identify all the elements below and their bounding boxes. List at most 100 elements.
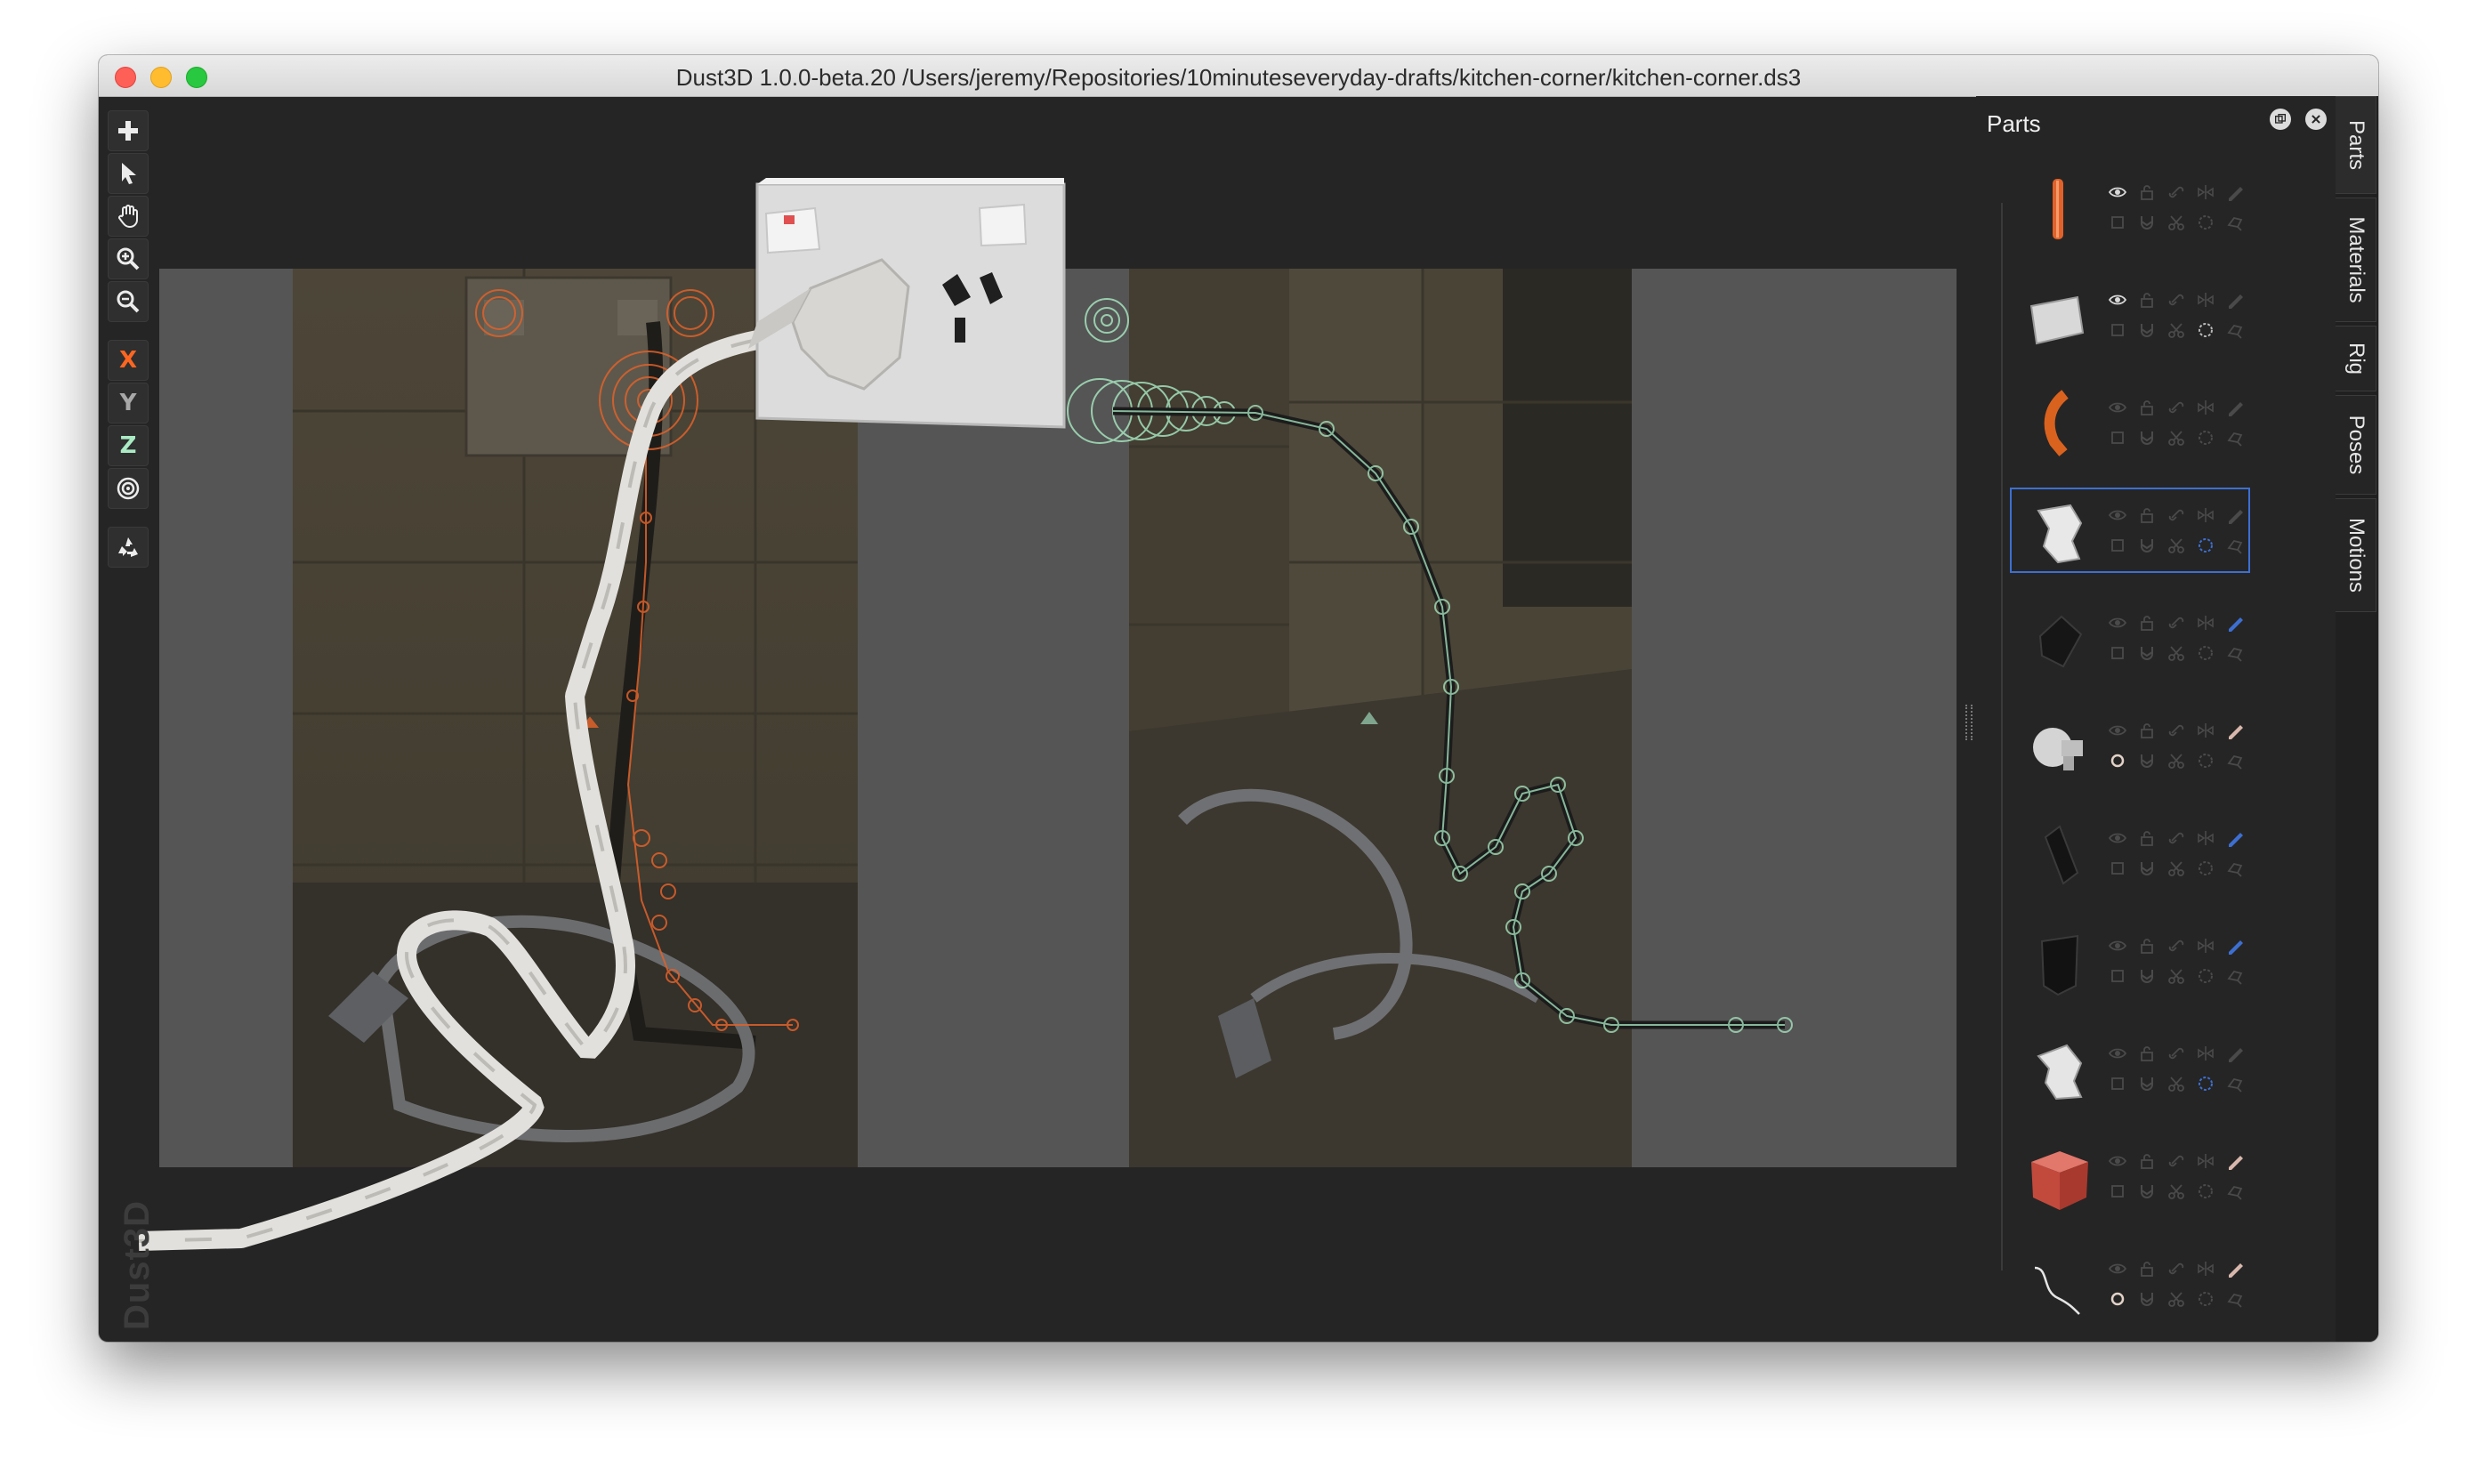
lock-toggle[interactable] xyxy=(2137,936,2157,956)
mirror-toggle[interactable] xyxy=(2196,936,2215,956)
cut-toggle[interactable] xyxy=(2166,213,2186,232)
color-picker-toggle[interactable] xyxy=(2225,182,2245,202)
mirror-toggle[interactable] xyxy=(2196,613,2215,633)
subdivide-toggle[interactable] xyxy=(2137,1289,2157,1309)
lock-toggle[interactable] xyxy=(2137,290,2157,310)
color-picker-toggle[interactable] xyxy=(2225,613,2245,633)
tab-rig[interactable]: Rig xyxy=(2336,326,2376,391)
subdivide-toggle[interactable] xyxy=(2137,320,2157,340)
eye-toggle[interactable] xyxy=(2108,505,2127,525)
checkbox-toggle[interactable] xyxy=(2108,1182,2127,1201)
model-viewport[interactable] xyxy=(159,269,1957,1167)
subdivide-toggle[interactable] xyxy=(2137,643,2157,663)
deform-toggle[interactable] xyxy=(2225,1182,2245,1201)
eye-toggle[interactable] xyxy=(2108,398,2127,417)
link-toggle[interactable] xyxy=(2166,290,2186,310)
checkbox-toggle[interactable] xyxy=(2108,536,2127,555)
deform-toggle[interactable] xyxy=(2225,966,2245,986)
mirror-toggle[interactable] xyxy=(2196,290,2215,310)
lock-toggle[interactable] xyxy=(2137,398,2157,417)
link-toggle[interactable] xyxy=(2166,1151,2186,1171)
z-lock-button[interactable]: Z xyxy=(108,425,149,466)
lock-toggle[interactable] xyxy=(2137,721,2157,740)
checkbox-toggle[interactable] xyxy=(2108,1074,2127,1093)
add-tool-button[interactable] xyxy=(108,110,149,151)
mirror-toggle[interactable] xyxy=(2196,1044,2215,1063)
roundend-toggle[interactable] xyxy=(2196,320,2215,340)
link-toggle[interactable] xyxy=(2166,505,2186,525)
link-toggle[interactable] xyxy=(2166,936,2186,956)
deform-toggle[interactable] xyxy=(2225,1289,2245,1309)
tab-poses[interactable]: Poses xyxy=(2336,395,2376,495)
lock-toggle[interactable] xyxy=(2137,828,2157,848)
eye-toggle[interactable] xyxy=(2108,1259,2127,1278)
mirror-toggle[interactable] xyxy=(2196,505,2215,525)
deform-toggle[interactable] xyxy=(2225,213,2245,232)
mirror-toggle[interactable] xyxy=(2196,182,2215,202)
mirror-toggle[interactable] xyxy=(2196,1259,2215,1278)
cut-toggle[interactable] xyxy=(2166,1289,2186,1309)
drag-tool-button[interactable] xyxy=(108,196,149,237)
link-toggle[interactable] xyxy=(2166,182,2186,202)
cut-toggle[interactable] xyxy=(2166,428,2186,448)
zoom-out-button[interactable] xyxy=(108,281,149,322)
y-lock-button[interactable]: Y xyxy=(108,383,149,423)
link-toggle[interactable] xyxy=(2166,1044,2186,1063)
link-toggle[interactable] xyxy=(2166,721,2186,740)
lock-toggle[interactable] xyxy=(2137,182,2157,202)
eye-toggle[interactable] xyxy=(2108,1044,2127,1063)
deform-toggle[interactable] xyxy=(2225,1074,2245,1093)
link-toggle[interactable] xyxy=(2166,398,2186,417)
cut-toggle[interactable] xyxy=(2166,1074,2186,1093)
part-item[interactable] xyxy=(2010,165,2250,250)
eye-toggle[interactable] xyxy=(2108,290,2127,310)
part-item[interactable] xyxy=(2010,811,2250,896)
part-item[interactable] xyxy=(2010,1241,2250,1327)
part-item[interactable] xyxy=(2010,380,2250,465)
subdivide-toggle[interactable] xyxy=(2137,428,2157,448)
eye-toggle[interactable] xyxy=(2108,613,2127,633)
roundend-toggle[interactable] xyxy=(2196,1182,2215,1201)
subdivide-toggle[interactable] xyxy=(2137,1182,2157,1201)
checkbox-toggle[interactable] xyxy=(2108,751,2127,770)
roundend-toggle[interactable] xyxy=(2196,643,2215,663)
deform-toggle[interactable] xyxy=(2225,428,2245,448)
cut-toggle[interactable] xyxy=(2166,859,2186,878)
eye-toggle[interactable] xyxy=(2108,721,2127,740)
checkbox-toggle[interactable] xyxy=(2108,643,2127,663)
cut-toggle[interactable] xyxy=(2166,1182,2186,1201)
subdivide-toggle[interactable] xyxy=(2137,536,2157,555)
subdivide-toggle[interactable] xyxy=(2137,966,2157,986)
color-picker-toggle[interactable] xyxy=(2225,1259,2245,1278)
checkbox-toggle[interactable] xyxy=(2108,213,2127,232)
part-item[interactable] xyxy=(2010,488,2250,573)
x-lock-button[interactable]: X xyxy=(108,340,149,381)
roundend-toggle[interactable] xyxy=(2196,751,2215,770)
color-picker-toggle[interactable] xyxy=(2225,1151,2245,1171)
deform-toggle[interactable] xyxy=(2225,320,2245,340)
color-picker-toggle[interactable] xyxy=(2225,290,2245,310)
color-picker-toggle[interactable] xyxy=(2225,398,2245,417)
roundend-toggle[interactable] xyxy=(2196,966,2215,986)
link-toggle[interactable] xyxy=(2166,613,2186,633)
subdivide-toggle[interactable] xyxy=(2137,1074,2157,1093)
deform-toggle[interactable] xyxy=(2225,643,2245,663)
lock-toggle[interactable] xyxy=(2137,1151,2157,1171)
roundend-toggle[interactable] xyxy=(2196,213,2215,232)
eye-toggle[interactable] xyxy=(2108,182,2127,202)
part-item[interactable] xyxy=(2010,595,2250,681)
eye-toggle[interactable] xyxy=(2108,1151,2127,1171)
lock-toggle[interactable] xyxy=(2137,1044,2157,1063)
part-item[interactable] xyxy=(2010,918,2250,1004)
link-toggle[interactable] xyxy=(2166,1259,2186,1278)
part-item[interactable] xyxy=(2010,272,2250,358)
lock-toggle[interactable] xyxy=(2137,1259,2157,1278)
part-item[interactable] xyxy=(2010,703,2250,788)
subdivide-toggle[interactable] xyxy=(2137,751,2157,770)
cut-toggle[interactable] xyxy=(2166,966,2186,986)
part-item[interactable] xyxy=(2010,1026,2250,1111)
deform-toggle[interactable] xyxy=(2225,751,2245,770)
roundend-toggle[interactable] xyxy=(2196,536,2215,555)
cut-toggle[interactable] xyxy=(2166,751,2186,770)
float-panel-button[interactable] xyxy=(2270,109,2291,130)
